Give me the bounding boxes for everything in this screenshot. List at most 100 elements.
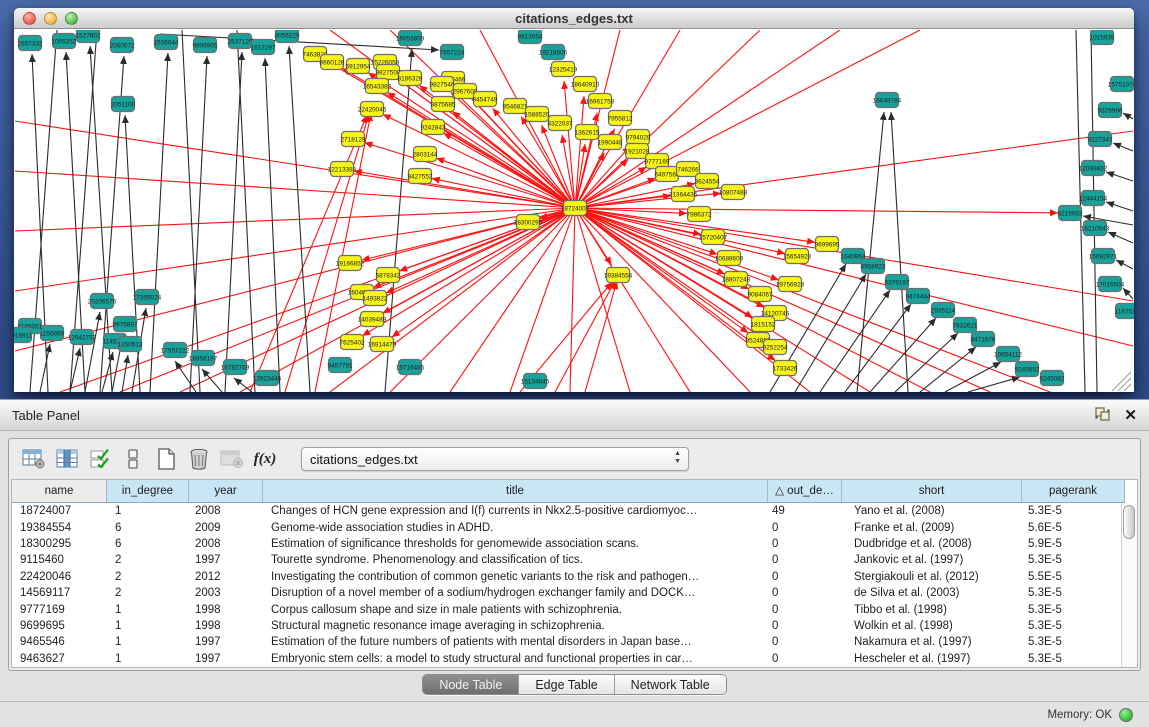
column-header-indegree[interactable]: in_degree (107, 480, 189, 503)
graph-node[interactable]: 17957222 (161, 343, 190, 358)
graph-node[interactable]: 7632621 (953, 318, 978, 333)
graph-node[interactable]: 9084067 (748, 287, 773, 302)
graph-node[interactable]: 9827546 (430, 77, 455, 92)
graph-node[interactable]: 20206576 (88, 294, 117, 309)
graph-node[interactable]: 9794028 (626, 130, 651, 145)
table-settings-icon[interactable] (21, 446, 47, 472)
graph-node[interactable]: 8471676 (971, 332, 996, 347)
table-vertical-scrollbar[interactable] (1121, 503, 1137, 667)
graph-node[interactable]: 8215953 (1058, 206, 1083, 221)
table-row[interactable]: 1872400712008Changes of HCN gene express… (12, 503, 1137, 519)
graph-node[interactable]: 12325419 (549, 62, 578, 77)
graph-node[interactable]: 5878342 (376, 268, 401, 283)
graph-node[interactable]: 2718129 (341, 132, 366, 147)
graph-node[interactable]: 10807488 (719, 185, 748, 200)
table-row[interactable]: 969969511998Structural magnetic resonanc… (12, 618, 1137, 634)
graph-node[interactable]: 15654923 (783, 249, 812, 264)
graph-node[interactable]: 1350513 (118, 337, 143, 352)
graph-node[interactable]: 1493822 (363, 291, 388, 306)
graph-node[interactable]: 2803144 (413, 147, 438, 162)
graph-node[interactable]: 14039489 (358, 312, 387, 327)
graph-node[interactable]: 2657332 (18, 36, 43, 51)
graph-node[interactable]: 7625402 (340, 335, 365, 350)
graph-node[interactable]: 8322037 (548, 116, 573, 131)
table-row[interactable]: 1938455462009Genome-wide association stu… (12, 519, 1137, 535)
graph-node[interactable]: 8454749 (473, 92, 498, 107)
new-table-icon[interactable] (153, 446, 179, 472)
graph-node[interactable]: 1815152 (751, 317, 776, 332)
table-row[interactable]: 1456911722003Disruption of a novel membe… (12, 585, 1137, 601)
column-header-short[interactable]: short (842, 480, 1022, 503)
graph-node[interactable]: 12444154 (1079, 191, 1108, 206)
graph-node[interactable]: 1612297 (251, 40, 276, 55)
graph-node[interactable]: 12213383 (328, 162, 357, 177)
graph-node[interactable]: 9457791 (328, 358, 353, 373)
graph-node[interactable]: 9975887 (113, 317, 138, 332)
graph-node[interactable]: 1536644 (154, 35, 179, 50)
graph-node[interactable]: 9242843 (421, 120, 446, 135)
graph-node[interactable]: 12093832 (1079, 161, 1108, 176)
column-header-pagerank[interactable]: pagerank (1022, 480, 1125, 503)
column-header-name[interactable]: name (12, 480, 107, 503)
graph-node[interactable]: 16961758 (586, 94, 615, 109)
graph-node[interactable]: 8186328 (398, 71, 423, 86)
graph-node[interactable]: 2935114 (931, 303, 956, 318)
graph-node[interactable]: 6379197 (885, 275, 910, 290)
graph-node[interactable]: 16914479 (368, 337, 397, 352)
scrollbar-thumb[interactable] (1123, 505, 1135, 539)
graph-node[interactable]: 16782759 (221, 360, 250, 375)
graph-node[interactable]: 1156869 (40, 326, 65, 341)
graph-node[interactable]: 9252254 (763, 340, 788, 355)
graph-node[interactable]: 22420046 (358, 102, 387, 117)
graph-node[interactable]: 9806905 (193, 38, 218, 53)
graph-node[interactable]: 8813054 (518, 30, 543, 44)
graph-node[interactable]: 16648784 (873, 93, 902, 108)
graph-node[interactable]: 19166852 (336, 256, 365, 271)
graph-node[interactable]: 10654112 (994, 347, 1022, 362)
graph-node[interactable]: 5912954 (346, 59, 371, 74)
graph-node[interactable]: 17359924 (133, 290, 162, 305)
graph-node[interactable]: 9245082 (1040, 371, 1065, 386)
graph-node[interactable]: 15716485 (396, 360, 425, 375)
graph-node[interactable]: 9245652 (1015, 362, 1040, 377)
network-canvas[interactable]: 1872400774638228660128591295415226058982… (14, 30, 1134, 392)
graph-node[interactable]: 3624554 (695, 174, 720, 189)
tab-node-table[interactable]: Node Table (423, 675, 519, 694)
graph-node[interactable]: 15751074 (1108, 77, 1134, 92)
graph-node[interactable]: 3915911 (14, 328, 33, 343)
stacked-rows-icon[interactable] (120, 446, 146, 472)
graph-node[interactable]: 8660128 (320, 55, 345, 70)
graph-node[interactable]: 19218506 (539, 45, 568, 60)
graph-node[interactable]: 1990448 (598, 135, 623, 150)
graph-node[interactable]: 12923446 (253, 371, 282, 386)
graph-node[interactable]: 8056229 (275, 30, 300, 43)
graph-node[interactable]: 16958167 (189, 351, 218, 366)
graph-node[interactable]: 19384554 (604, 268, 633, 283)
graph-node[interactable]: 1005352 (52, 34, 77, 49)
graph-node[interactable]: 16210643 (1081, 221, 1110, 236)
graph-node[interactable]: 7986372 (687, 207, 712, 222)
table-row[interactable]: 2242004622012Investigating the contribut… (12, 569, 1137, 585)
graph-node[interactable]: 1733426 (773, 361, 798, 376)
graph-node[interactable]: 1167535 (1115, 304, 1134, 319)
tab-edge-table[interactable]: Edge Table (519, 675, 614, 694)
column-header-title[interactable]: title (263, 480, 768, 503)
graph-node[interactable]: 10688609 (715, 251, 744, 266)
network-graph[interactable]: 1872400774638228660128591295415226058982… (14, 30, 1134, 392)
graph-node[interactable]: 9329966 (1098, 103, 1123, 118)
graph-node[interactable]: 16543382 (363, 79, 392, 94)
column-header-outde[interactable]: △ out_de… (768, 480, 842, 503)
graph-node[interactable]: 21364436 (669, 187, 698, 202)
graph-node[interactable]: 1362615 (575, 125, 600, 140)
graph-node[interactable]: 18724007 (561, 201, 590, 216)
table-row[interactable]: 946362711997Embryonic stem cells: a mode… (12, 651, 1137, 667)
table-row[interactable]: 1830029562008Estimation of significance … (12, 536, 1137, 552)
graph-node[interactable]: 7955812 (608, 111, 633, 126)
table-select-dropdown[interactable]: citations_edges.txt ▲▼ (301, 447, 689, 471)
graph-node[interactable]: 18300295 (514, 215, 543, 230)
table-row[interactable]: 946554611997Estimation of the future num… (12, 634, 1137, 650)
table-row[interactable]: 977716911998Corpus callosum shape and si… (12, 601, 1137, 617)
graph-node[interactable]: 9227343 (1088, 132, 1113, 147)
graph-node[interactable]: 17016504 (1096, 277, 1125, 292)
tab-network-table[interactable]: Network Table (615, 675, 726, 694)
